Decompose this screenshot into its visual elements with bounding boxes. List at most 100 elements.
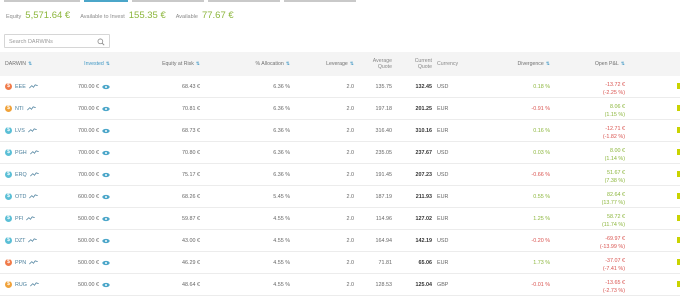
darwin-icon [5, 149, 12, 156]
darwin-name-link[interactable]: LVS [15, 128, 25, 134]
column-header-divergence[interactable]: Divergence ⇅ [500, 52, 550, 76]
search-input[interactable] [9, 37, 95, 46]
darwin-name-link[interactable]: DZT [15, 238, 25, 244]
table-row[interactable]: DZT 500.00 € 43.00 € 4.55 % 2.0 164.94 142.19 U… [0, 230, 680, 252]
available-to-invest-value: 155.35 € [128, 10, 166, 21]
column-header-leverage[interactable]: Leverage ⇅ [300, 52, 354, 76]
darwin-name-link[interactable]: NTI [15, 106, 24, 112]
eye-icon[interactable] [102, 260, 110, 266]
trend-chart-icon[interactable] [30, 282, 39, 287]
column-label: % Allocation [255, 60, 284, 67]
darwin-cell: EEE [5, 76, 65, 97]
invested-value: 700.00 € [78, 105, 99, 112]
currency-value: USD [437, 237, 449, 244]
trend-chart-icon[interactable] [29, 172, 39, 177]
sort-icon: ⇅ [27, 61, 33, 67]
trend-chart-icon[interactable] [28, 84, 38, 89]
trend-chart-icon[interactable] [26, 106, 36, 111]
darwin-icon [5, 215, 12, 222]
sort-icon: ⇅ [620, 61, 625, 67]
available-label: Available [175, 14, 198, 20]
eye-icon[interactable] [102, 282, 110, 288]
tab-indicator-5[interactable] [284, 0, 356, 2]
invested-value: 700.00 € [78, 83, 99, 90]
column-label: DARWIN [5, 60, 26, 67]
table-row[interactable]: ERQ 700.00 € 75.17 € 6.36 % 2.0 191.45 207.23 U… [0, 164, 680, 186]
darwin-name-link[interactable]: PPN [15, 260, 26, 266]
table-row[interactable]: PPN 500.00 € 46.29 € 4.55 % 2.0 71.81 65.06 EUR… [0, 252, 680, 274]
current-quote-value: 211.93 [415, 193, 432, 200]
allocation-value: 4.55 % [273, 237, 290, 244]
average-quote-value: 114.96 [375, 215, 392, 222]
current-quote-value: 201.25 [415, 105, 433, 112]
column-header-open-pnl[interactable]: Open P&L ⇅ [580, 52, 625, 76]
equity-at-risk-value: 70.81 € [182, 105, 200, 112]
open-pnl-percent: (-2.25 %) [602, 89, 625, 96]
current-quote-value: 132.45 [415, 83, 433, 90]
open-pnl-percent: (-13.99 %) [599, 243, 625, 250]
darwin-name-link[interactable]: PFI [15, 216, 23, 222]
table-row[interactable]: OTD 600.00 € 68.26 € 5.45 % 2.0 187.19 211.93 E… [0, 186, 680, 208]
table-row[interactable]: LVS 700.00 € 68.73 € 6.36 % 2.0 316.40 310.16 E… [0, 120, 680, 142]
equity-at-risk-value: 43.00 € [182, 237, 200, 244]
invested-value: 700.00 € [78, 127, 99, 134]
currency-value: USD [437, 149, 449, 156]
tab-indicator-4[interactable] [208, 0, 280, 2]
invested-cell: 700.00 € [60, 98, 110, 119]
column-header-allocation[interactable]: % Allocation ⇅ [230, 52, 290, 76]
eye-icon[interactable] [102, 172, 110, 178]
darwin-icon [5, 171, 12, 178]
invested-cell: 700.00 € [60, 164, 110, 185]
leverage-value: 2.0 [346, 105, 355, 112]
table-row[interactable]: RUG 500.00 € 48.64 € 4.55 % 2.0 128.53 125.04 G… [0, 274, 680, 296]
tab-indicator-1[interactable] [4, 0, 80, 2]
open-pnl-value: 8.00 € [610, 148, 625, 155]
allocation-value: 6.36 % [273, 83, 290, 90]
currency-value: USD [437, 83, 449, 90]
trend-chart-icon[interactable] [28, 238, 38, 243]
current-quote-value: 65.06 [418, 259, 433, 266]
darwin-name-link[interactable]: OTD [15, 194, 26, 200]
trend-chart-icon[interactable] [29, 150, 39, 155]
eye-icon[interactable] [102, 194, 110, 200]
trend-chart-icon[interactable] [27, 128, 37, 133]
eye-icon[interactable] [102, 106, 110, 112]
column-label: Invested [84, 60, 104, 67]
tab-indicator-3[interactable] [132, 0, 204, 2]
darwin-name-link[interactable]: ERQ [15, 172, 27, 178]
column-header-invested[interactable]: Invested ⇅ [60, 52, 110, 76]
darwin-icon [5, 83, 12, 90]
darwin-name-link[interactable]: RUG [15, 282, 27, 288]
invested-value: 700.00 € [78, 149, 99, 156]
trend-chart-icon[interactable] [26, 216, 36, 221]
darwin-name-link[interactable]: EEE [15, 84, 26, 90]
sort-icon: ⇅ [195, 61, 200, 67]
open-pnl-percent: (11.74 %) [602, 221, 625, 228]
open-pnl-cell: -69.97 € (-13.99 %) [580, 230, 625, 251]
average-quote-value: 191.45 [375, 171, 393, 178]
currency-value: EUR [437, 215, 449, 222]
open-pnl-cell: 82.64 € (13.77 %) [580, 186, 625, 207]
eye-icon[interactable] [102, 84, 110, 90]
open-pnl-percent: (7.38 %) [604, 177, 625, 184]
eye-icon[interactable] [102, 238, 110, 244]
trend-chart-icon[interactable] [29, 194, 39, 199]
average-quote-value: 235.05 [375, 149, 393, 156]
average-quote-value: 187.19 [375, 193, 393, 200]
eye-icon[interactable] [102, 216, 110, 222]
eye-icon[interactable] [102, 128, 110, 134]
darwin-name-link[interactable]: PGH [15, 150, 27, 156]
darwin-cell: LVS [5, 120, 65, 141]
darwin-cell: ERQ [5, 164, 65, 185]
column-header-darwin[interactable]: DARWIN ⇅ [5, 52, 65, 76]
table-row[interactable]: EEE 700.00 € 68.43 € 6.36 % 2.0 135.75 132.45 U… [0, 76, 680, 98]
trend-chart-icon[interactable] [29, 260, 38, 265]
divergence-value: 1.25 % [533, 215, 550, 222]
column-header-equity-at-risk[interactable]: Equity at Risk ⇅ [130, 52, 200, 76]
table-row[interactable]: PGH 700.00 € 70.80 € 6.36 % 2.0 235.05 237.67 U… [0, 142, 680, 164]
table-row[interactable]: PFI 500.00 € 59.87 € 4.55 % 2.0 114.96 127.02 E… [0, 208, 680, 230]
eye-icon[interactable] [102, 150, 110, 156]
tab-indicator-active[interactable] [84, 0, 128, 2]
table-row[interactable]: NTI 700.00 € 70.81 € 6.36 % 2.0 197.18 201.25 E… [0, 98, 680, 120]
search-icon[interactable] [97, 38, 105, 46]
